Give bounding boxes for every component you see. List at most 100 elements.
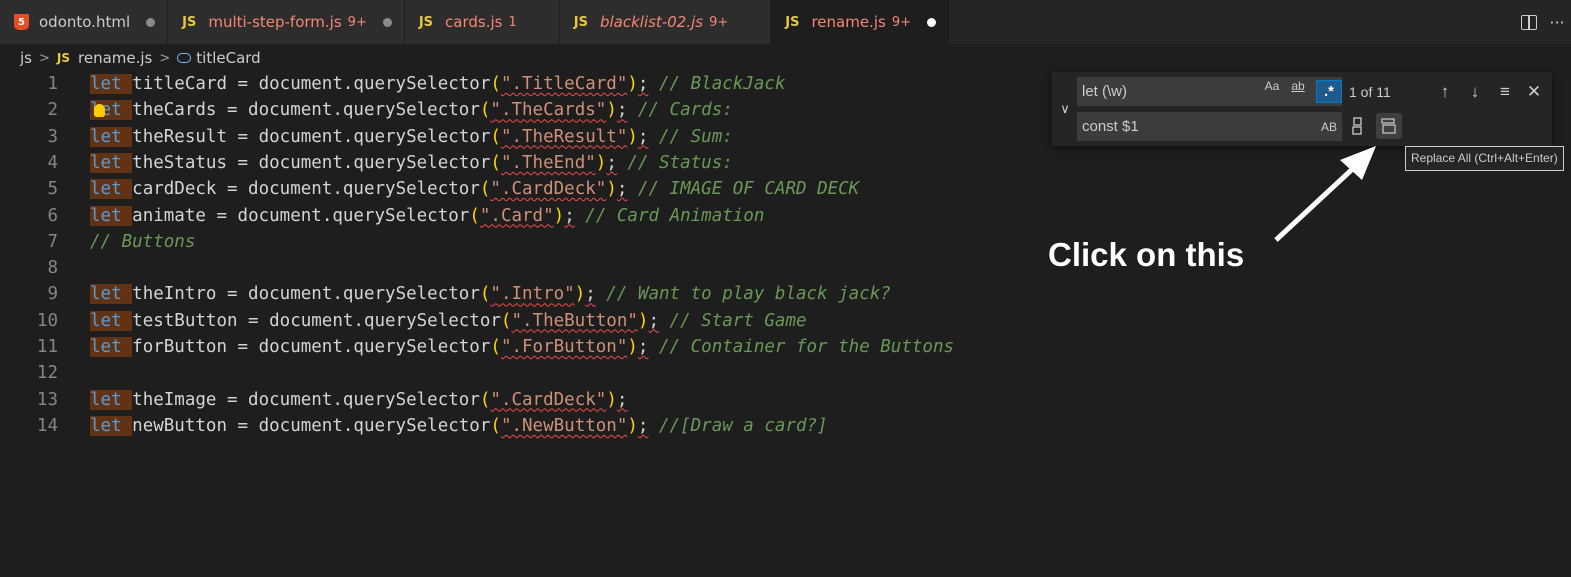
replace-input[interactable]: const $1 <box>1077 112 1342 141</box>
js-file-icon: JS <box>56 51 70 65</box>
variable-name: theResult <box>132 126 227 147</box>
variable-name: animate <box>132 205 206 226</box>
keyword-match: let <box>90 74 122 94</box>
code-line[interactable]: 11 let forButton = document.querySelector… <box>0 334 1571 360</box>
breadcrumb-symbol[interactable]: titleCard <box>196 49 260 67</box>
comment: // Start Game <box>669 310 807 331</box>
split-editor-icon[interactable] <box>1515 0 1543 44</box>
match-whole-word-button[interactable]: ab <box>1286 76 1310 97</box>
tab-odonto-html[interactable]: 5 odonto.html <box>0 0 169 44</box>
paren-open: ( <box>490 415 501 436</box>
paren-close: ) <box>606 389 617 410</box>
next-match-arrow-down-icon[interactable]: ↓ <box>1463 80 1487 104</box>
method-call: = document.querySelector <box>216 389 480 410</box>
unsaved-dot-icon[interactable] <box>146 17 156 27</box>
match-space <box>121 284 133 305</box>
line-number: 7 <box>47 231 58 252</box>
variable-name: theStatus <box>132 152 227 173</box>
code-line[interactable]: 9 let theIntro = document.querySelector("… <box>0 281 1571 307</box>
variable-name: newButton <box>132 415 227 436</box>
string-literal: ".Intro" <box>490 284 575 305</box>
regex-button[interactable]: .* <box>1316 80 1342 103</box>
paren-close: ) <box>606 100 617 121</box>
breadcrumb-file[interactable]: rename.js <box>78 49 152 67</box>
replace-input-value: const $1 <box>1082 118 1139 135</box>
comment: // Status: <box>627 152 733 173</box>
method-call: = document.querySelector <box>216 100 480 121</box>
keyword-match: let <box>90 179 122 200</box>
code-line[interactable]: 14 let newButton = document.querySelector… <box>0 413 1571 439</box>
variable-name: theImage <box>132 389 217 410</box>
keyword-match: let <box>90 389 122 410</box>
paren-close: ) <box>627 74 638 94</box>
string-literal: ".CardDeck" <box>490 179 607 200</box>
line-number: 9 <box>47 284 58 305</box>
paren-close: ) <box>606 179 617 200</box>
comment: // Sum: <box>659 126 733 147</box>
js-icon: JS <box>785 14 800 30</box>
find-input-value: let (\w) <box>1082 83 1127 100</box>
variable-name: theIntro <box>132 284 217 305</box>
line-number: 4 <box>47 152 58 173</box>
string-literal: ".Card" <box>479 205 554 226</box>
unsaved-dot-icon[interactable] <box>382 17 392 27</box>
variable-name: titleCard <box>132 74 227 94</box>
unsaved-dot-icon[interactable] <box>926 17 936 27</box>
tab-rename-js[interactable]: JS rename.js 9+ <box>771 0 949 44</box>
semicolon: ; <box>637 126 649 147</box>
problem-count-badge: 9+ <box>891 14 911 30</box>
string-literal: ".TheCards" <box>490 100 607 121</box>
toggle-replace-chevron-icon[interactable]: ∨ <box>1056 72 1074 146</box>
tab-cards-js[interactable]: JS cards.js 1 <box>404 0 560 44</box>
variable-name: forButton <box>132 337 227 357</box>
find-in-selection-icon[interactable]: ≡ <box>1493 80 1517 104</box>
code-line[interactable]: 10 let testButton = document.querySelecto… <box>0 308 1571 334</box>
comment: // Want to play black jack? <box>606 284 891 305</box>
code-line[interactable]: 8 <box>0 255 1571 281</box>
close-icon[interactable]: ✕ <box>1522 80 1546 104</box>
match-case-button[interactable]: Aa <box>1260 76 1284 97</box>
keyword-match: let <box>90 152 122 173</box>
comment: // Cards: <box>637 100 733 121</box>
replace-all-icon[interactable] <box>1376 113 1402 139</box>
preserve-case-button[interactable]: AB <box>1317 117 1341 138</box>
method-call: = document.querySelector <box>226 337 491 357</box>
semicolon: ; <box>616 179 628 200</box>
paren-close: ) <box>574 284 586 305</box>
tab-label: multi-step-form.js <box>208 13 342 31</box>
tab-multi-step-form-js[interactable]: JS multi-step-form.js 9+ <box>168 0 405 44</box>
comment: // IMAGE OF CARD DECK <box>637 179 860 200</box>
tab-bar-spacer <box>949 0 1515 44</box>
breadcrumb: js > JS rename.js > titleCard <box>0 44 1571 72</box>
tab-blacklist-02-js[interactable]: JS blacklist-02.js 9+ <box>559 0 772 44</box>
more-actions-icon[interactable]: ··· <box>1543 0 1571 44</box>
replace-icon[interactable] <box>1345 113 1371 139</box>
code-content: let theResult = document.querySelector("… <box>90 124 733 150</box>
breadcrumb-folder[interactable]: js <box>20 49 32 67</box>
code-line[interactable]: 13 let theImage = document.querySelector(… <box>0 387 1571 413</box>
js-icon: JS <box>573 14 588 30</box>
code-content: let theCards = document.querySelector(".… <box>90 97 733 123</box>
method-call: = document.querySelector <box>205 205 470 226</box>
string-literal: ".TheEnd" <box>500 152 596 173</box>
string-literal: ".TheButton" <box>511 310 638 331</box>
js-icon: JS <box>418 14 434 30</box>
paren-open: ( <box>500 310 512 331</box>
tab-label: rename.js <box>811 13 886 31</box>
semicolon: ; <box>637 74 649 94</box>
lightbulb-icon[interactable] <box>92 97 106 123</box>
match-space <box>121 152 133 173</box>
code-line[interactable]: 12 <box>0 360 1571 386</box>
line-number: 14 <box>36 415 58 436</box>
paren-open: ( <box>490 337 501 357</box>
string-literal: ".TheResult" <box>500 126 628 147</box>
match-space <box>121 415 133 436</box>
previous-match-arrow-up-icon[interactable]: ↑ <box>1433 80 1457 104</box>
match-space <box>121 100 133 121</box>
